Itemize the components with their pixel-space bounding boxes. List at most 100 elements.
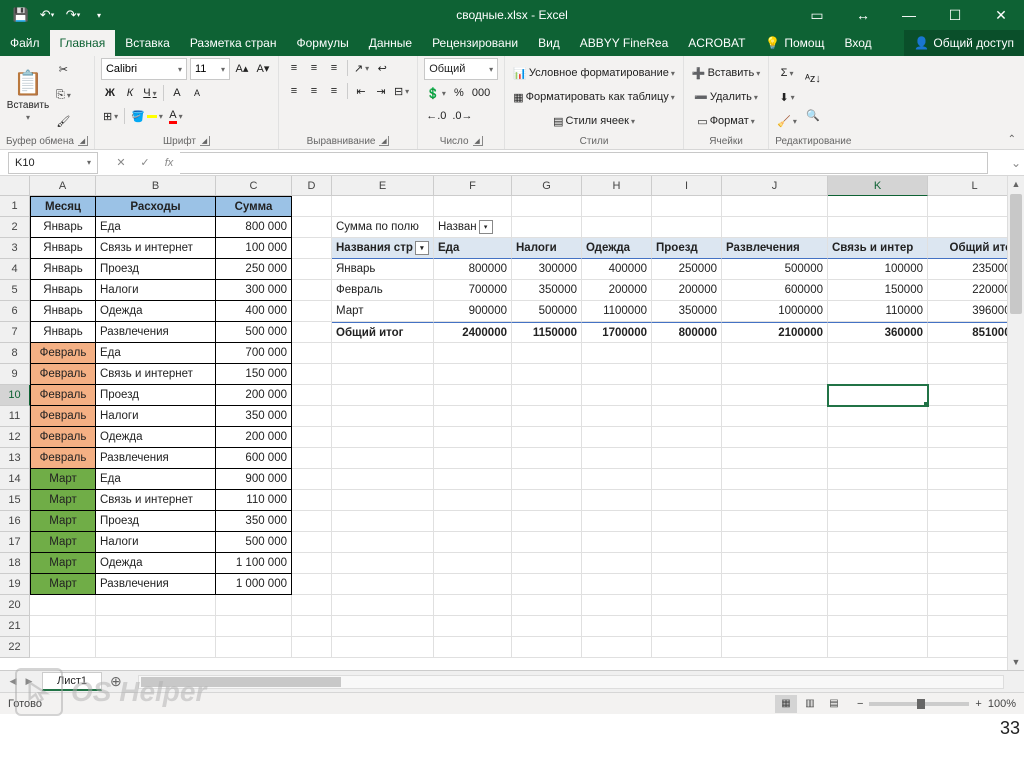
decrease-decimal-button[interactable]: .0→ [450, 106, 474, 126]
format-cells-button[interactable]: ▭Формат▾ [690, 110, 762, 132]
cut-button[interactable]: ✂ [54, 60, 73, 80]
orientation-button[interactable]: ↗▾ [352, 58, 371, 78]
select-all-button[interactable] [0, 176, 30, 196]
selected-cell[interactable] [828, 385, 928, 406]
sheet-tab-active[interactable]: Лист1 [42, 672, 102, 691]
sheet-nav-next[interactable]: ▶ [22, 676, 36, 687]
row-header-15[interactable]: 15 [0, 490, 30, 511]
zoom-level[interactable]: 100% [988, 698, 1016, 710]
row-header-1[interactable]: 1 [0, 196, 30, 217]
close-icon[interactable]: ✕ [978, 0, 1024, 30]
horizontal-scrollbar[interactable] [138, 675, 1004, 689]
font-size-combo[interactable]: ▾ [190, 58, 230, 80]
row-header-21[interactable]: 21 [0, 616, 30, 637]
tab-view[interactable]: Вид [528, 30, 570, 56]
col-header-J[interactable]: J [722, 176, 828, 196]
row-header-6[interactable]: 6 [0, 301, 30, 322]
tab-review[interactable]: Рецензировани [422, 30, 528, 56]
row-header-2[interactable]: 2 [0, 217, 30, 238]
tab-acrobat[interactable]: ACROBAT [678, 30, 755, 56]
row-header-18[interactable]: 18 [0, 553, 30, 574]
col-header-E[interactable]: E [332, 176, 434, 196]
tab-formulas[interactable]: Формулы [286, 30, 358, 56]
ribbon-display-icon[interactable]: ▭ [794, 0, 840, 30]
font-name-combo[interactable]: ▾ [101, 58, 187, 80]
touch-mode-icon[interactable]: ↔ [840, 0, 886, 30]
name-box[interactable]: K10▾ [8, 152, 98, 174]
formula-input[interactable] [180, 152, 988, 174]
vscroll-thumb[interactable] [1010, 194, 1022, 314]
row-header-7[interactable]: 7 [0, 322, 30, 343]
view-normal-button[interactable]: ▦ [775, 695, 797, 713]
find-select-button[interactable]: 🔍 [803, 100, 823, 132]
zoom-slider[interactable] [869, 702, 969, 706]
pivot-column-filter[interactable]: ▾ [479, 220, 493, 234]
italic-button[interactable]: К [121, 83, 139, 103]
fill-handle[interactable] [924, 402, 928, 406]
align-right-button[interactable]: ≡ [325, 81, 343, 101]
align-top-button[interactable]: ≡ [285, 58, 303, 78]
bold-button[interactable]: Ж [101, 83, 119, 103]
undo-icon[interactable]: ↶▾ [36, 4, 58, 26]
col-header-A[interactable]: A [30, 176, 96, 196]
copy-button[interactable]: ⎘▾ [54, 85, 73, 105]
col-header-I[interactable]: I [652, 176, 722, 196]
zoom-in-button[interactable]: + [975, 698, 981, 710]
row-header-9[interactable]: 9 [0, 364, 30, 385]
align-bottom-button[interactable]: ≡ [325, 58, 343, 78]
conditional-format-button[interactable]: 📊Условное форматирование▾ [511, 62, 677, 84]
align-left-button[interactable]: ≡ [285, 81, 303, 101]
row-header-5[interactable]: 5 [0, 280, 30, 301]
cancel-formula-button[interactable]: ✕ [110, 153, 132, 173]
tab-insert[interactable]: Вставка [115, 30, 180, 56]
row-header-14[interactable]: 14 [0, 469, 30, 490]
decrease-font-button[interactable]: A▾ [254, 58, 272, 78]
tab-data[interactable]: Данные [359, 30, 422, 56]
insert-cells-button[interactable]: ➕Вставить▾ [690, 62, 762, 84]
number-launcher[interactable]: ◢ [473, 136, 483, 146]
comma-button[interactable]: 000 [470, 83, 492, 103]
row-header-13[interactable]: 13 [0, 448, 30, 469]
sort-filter-button[interactable]: ᴬᴢ↓ [803, 63, 823, 95]
sheet-nav-prev[interactable]: ◀ [6, 676, 20, 687]
view-page-layout-button[interactable]: ▥ [799, 695, 821, 713]
maximize-icon[interactable]: ☐ [932, 0, 978, 30]
cells-area[interactable]: МесяцРасходыСуммаЯнварьЕда800 000Сумма п… [30, 196, 1022, 658]
font-name-input[interactable] [106, 63, 174, 75]
font-color-button[interactable]: A▾ [167, 106, 185, 126]
format-as-table-button[interactable]: ▦Форматировать как таблицу▾ [511, 86, 677, 108]
row-header-4[interactable]: 4 [0, 259, 30, 280]
col-header-C[interactable]: C [216, 176, 292, 196]
view-page-break-button[interactable]: ▤ [823, 695, 845, 713]
percent-button[interactable]: % [450, 83, 468, 103]
worksheet-grid[interactable]: ABCDEFGHIJKL 123456789101112131415161718… [0, 176, 1024, 670]
fill-button[interactable]: ⬇▾ [775, 87, 799, 107]
col-header-G[interactable]: G [512, 176, 582, 196]
row-header-3[interactable]: 3 [0, 238, 30, 259]
row-header-12[interactable]: 12 [0, 427, 30, 448]
delete-cells-button[interactable]: ➖Удалить▾ [690, 86, 762, 108]
col-header-B[interactable]: B [96, 176, 216, 196]
format-painter-button[interactable]: 🖌 [54, 111, 73, 131]
font-size-input[interactable] [195, 63, 217, 75]
col-header-D[interactable]: D [292, 176, 332, 196]
row-header-11[interactable]: 11 [0, 406, 30, 427]
col-header-K[interactable]: K [828, 176, 928, 196]
qat-customize-icon[interactable]: ▾ [88, 4, 110, 26]
add-sheet-button[interactable]: ⊕ [102, 673, 130, 690]
row-header-22[interactable]: 22 [0, 637, 30, 658]
collapse-ribbon-icon[interactable]: ⌃ [1004, 132, 1020, 147]
wrap-text-button[interactable]: ↩ [373, 58, 391, 78]
decrease-indent-button[interactable]: ⇤ [352, 81, 370, 101]
merge-button[interactable]: ⊟▾ [392, 81, 411, 101]
pivot-row-filter[interactable]: ▾ [415, 241, 429, 255]
borders-button[interactable]: ⊞▾ [101, 106, 120, 126]
increase-decimal-button[interactable]: ←.0 [424, 106, 448, 126]
save-icon[interactable]: 💾 [10, 4, 32, 26]
row-header-19[interactable]: 19 [0, 574, 30, 595]
tab-layout[interactable]: Разметка стран [180, 30, 287, 56]
paste-button[interactable]: 📋 Вставить ▾ [6, 58, 50, 133]
align-launcher[interactable]: ◢ [379, 136, 389, 146]
row-header-10[interactable]: 10 [0, 385, 30, 406]
tab-abbyy[interactable]: ABBYY FineRea [570, 30, 679, 56]
